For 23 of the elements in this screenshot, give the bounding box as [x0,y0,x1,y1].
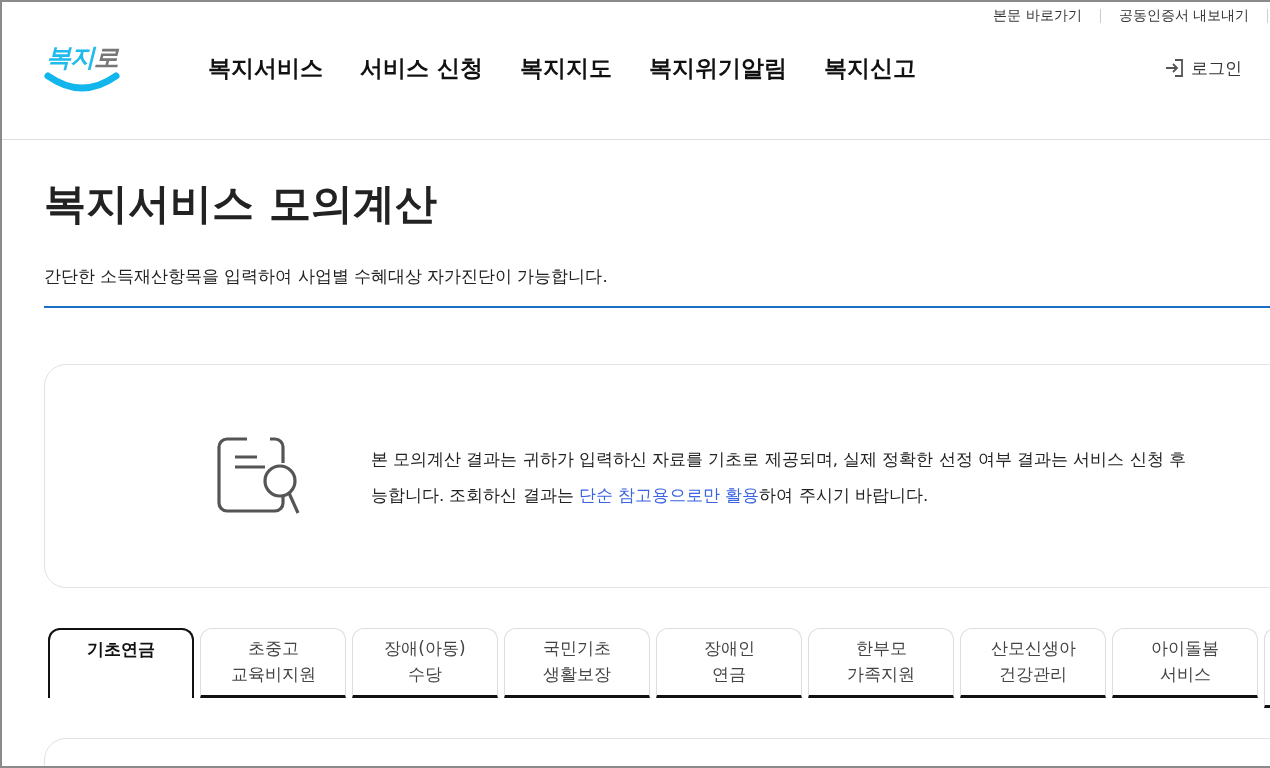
page-title: 복지서비스 모의계산 [44,178,438,230]
nav-link[interactable]: 서비스 신청 [360,52,483,84]
nav-link[interactable]: 복지지도 [520,52,612,84]
tab[interactable]: 국민기초 생활보장 [504,628,650,698]
document-search-icon [217,437,301,515]
logo[interactable]: 복지로 [44,44,120,92]
tab[interactable]: 한부모 가족지원 [808,628,954,698]
login-icon [1165,58,1185,78]
tab[interactable]: 아이돌봄 서비스 [1112,628,1258,698]
tab[interactable]: 장애(아동) 수당 [352,628,498,698]
tab[interactable]: 산모신생아 건강관리 [960,628,1106,698]
nav-link[interactable]: 복지신고 [824,52,916,84]
login-link[interactable]: 로그인 [1165,56,1242,80]
notice-text: 능합니다. 조회하신 결과는 단순 참고용으로만 활용하여 주시기 바랍니다. [371,485,930,507]
utility-link[interactable]: 공동인증서 내보내기 [1118,7,1249,25]
tab[interactable]: 기초연금 [48,628,194,698]
tab[interactable]: 장애인 연금 [656,628,802,698]
nav-link[interactable]: 복지서비스 [208,52,323,84]
tab[interactable]: 초중고 교육비지원 [200,628,346,698]
utility-link[interactable]: 본문 바로가기 [993,7,1082,25]
nav-link[interactable]: 복지위기알림 [649,52,787,84]
notice-text: 본 모의계산 결과는 귀하가 입력하신 자료를 기초로 제공되며, 실제 정확한 선정 여부 결과는 서비스 신청 후 [371,449,1186,471]
page-description: 간단한 소득재산항목을 입력하여 사업별 수혜대상 자가진단이 가능합니다. [44,266,609,288]
